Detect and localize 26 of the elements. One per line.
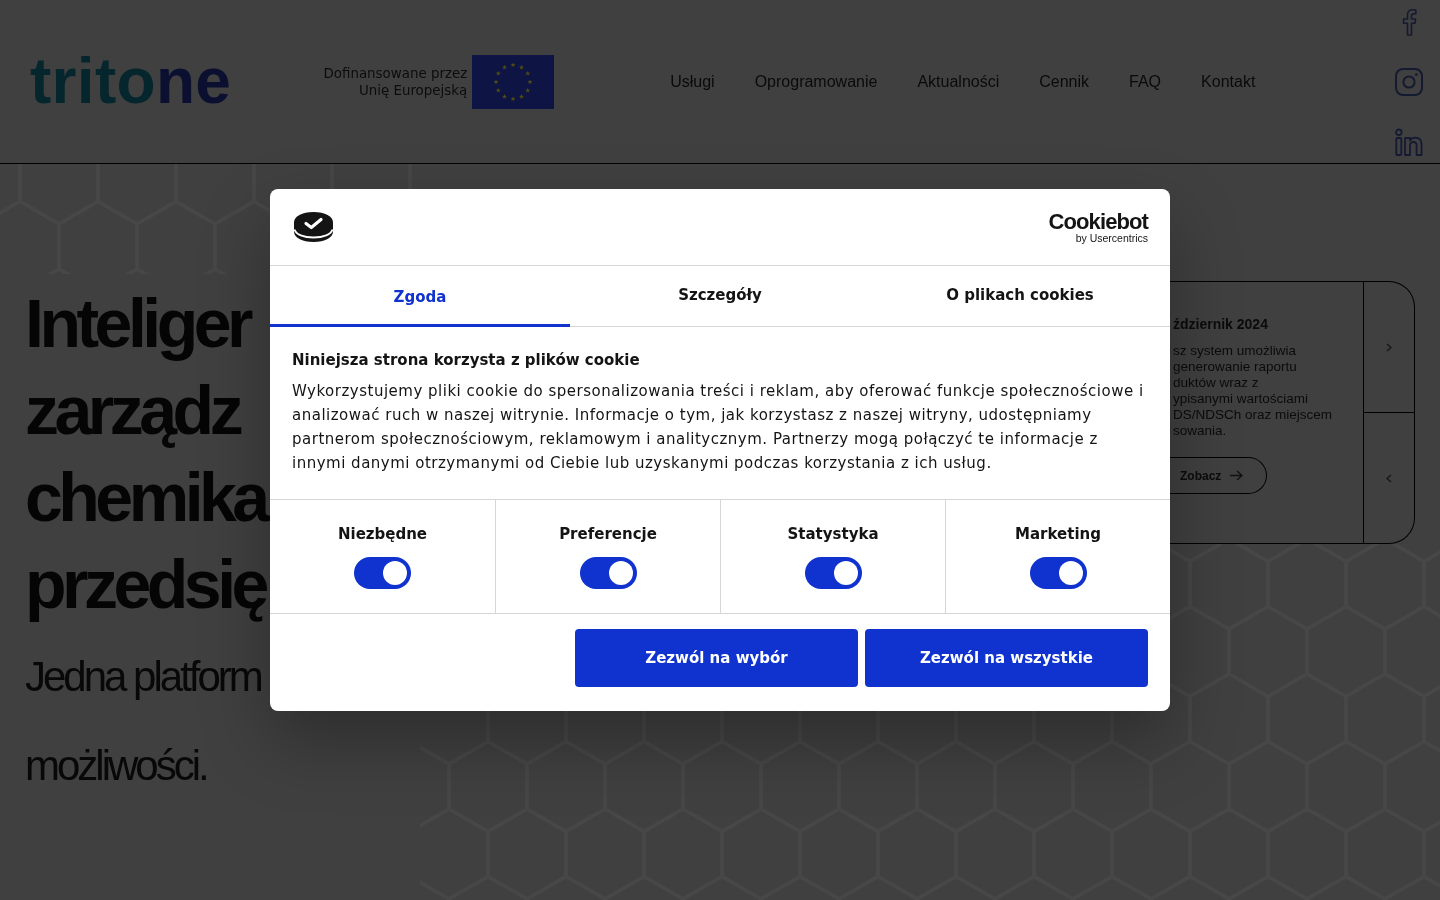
consent-text: Wykorzystujemy pliki cookie do spersonalizowania treści i reklam, aby oferować funkcje społecznościowe i analizować ruch w naszej witrynie. Informacje o tym, jak korzystasz z naszej witryny, udostępniamy partnerom społecznościowym, reklamowym i analitycznym. Partnerzy mogą połączyć te informacje z innymi danymi otrzymanymi od Ciebie lub uzyskanymi podczas korzystania z ich usług. <box>292 381 1145 474</box>
facebook-icon[interactable] <box>1401 8 1417 36</box>
linkedin-icon[interactable] <box>1395 128 1423 156</box>
category-label: Statystyka <box>787 525 879 543</box>
hero-heading: Inteliger zarządz chemika przedsię <box>25 284 266 624</box>
category-label: Niezbędne <box>337 525 428 543</box>
allow-selection-button[interactable]: Zezwól na wybór <box>575 629 858 687</box>
brand-byline: by Usercentrics <box>1075 232 1148 244</box>
category-label: Marketing <box>1015 525 1101 543</box>
toggle-switch[interactable] <box>579 557 637 589</box>
chevron-left-icon <box>1386 473 1392 483</box>
tab[interactable]: O plikach cookies <box>870 266 1170 326</box>
brand-name: Cookiebot <box>1048 210 1148 233</box>
instagram-icon[interactable] <box>1395 68 1423 96</box>
toggle-switch[interactable] <box>1029 557 1087 589</box>
toggle-switch[interactable] <box>354 557 411 589</box>
toggle-switch[interactable] <box>804 557 862 589</box>
hero-subtitle: Jedna platform możliwości. <box>25 652 261 791</box>
consent-title: Niniejsza strona korzysta z plików cookie <box>292 351 640 369</box>
tab[interactable]: Szczegóły <box>570 266 870 326</box>
chevron-right-icon <box>1386 342 1392 352</box>
category-label: Preferencje <box>559 525 657 543</box>
tab[interactable]: Zgoda <box>270 266 570 327</box>
eu-flag-icon <box>472 54 555 109</box>
arrow-right-icon <box>1230 470 1244 481</box>
allow-all-button[interactable]: Zezwól na wszystkie <box>865 629 1148 687</box>
